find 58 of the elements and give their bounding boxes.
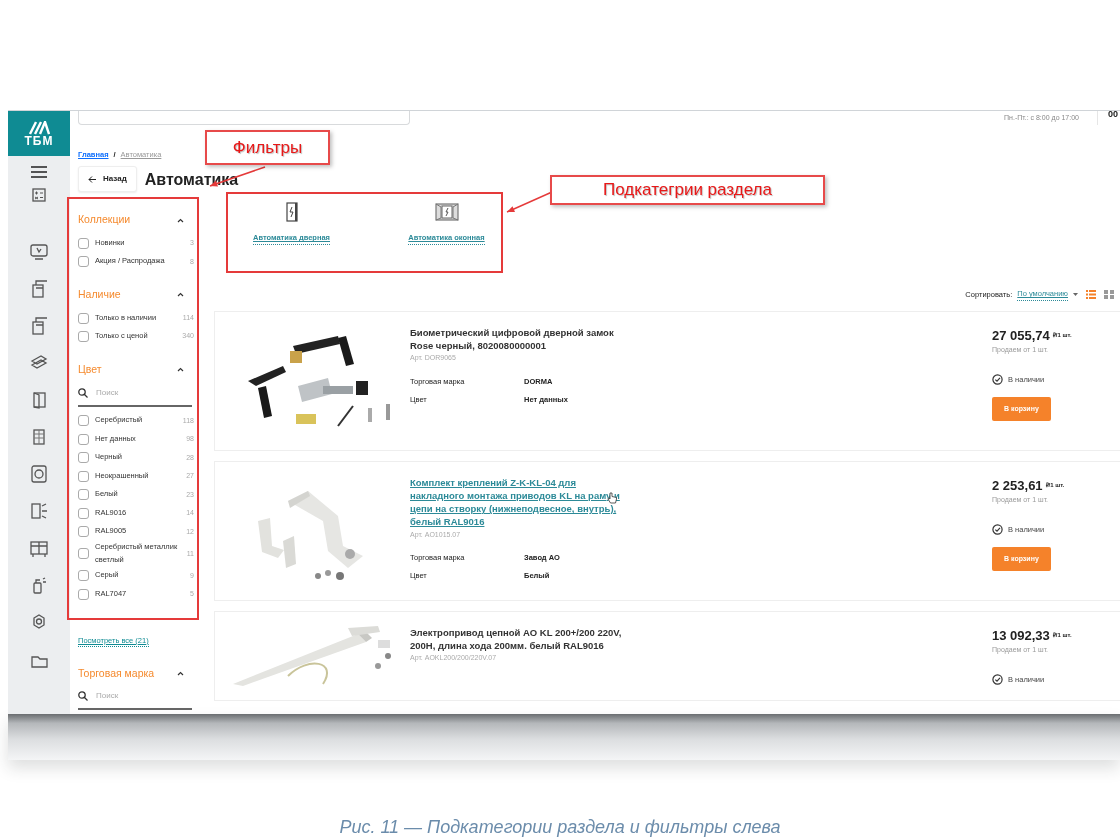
- search-field[interactable]: [78, 111, 410, 125]
- checkbox[interactable]: [78, 526, 89, 538]
- door-automation-icon: [285, 202, 298, 223]
- chevron-icon[interactable]: [177, 670, 184, 676]
- chevron-icon[interactable]: [177, 292, 184, 298]
- filter-title[interactable]: Наличие: [78, 287, 121, 303]
- price: 13 092,33 $^{₽/1 шт.}$: [992, 626, 1073, 645]
- window-frame-icon[interactable]: [29, 316, 49, 336]
- window-icon[interactable]: [29, 538, 49, 558]
- caret-icon[interactable]: [1073, 292, 1078, 296]
- arrow: [506, 191, 553, 213]
- checkbox[interactable]: [78, 452, 89, 464]
- figure-caption: Рис. 11 — Подкатегории раздела и фильтры слева: [339, 817, 781, 837]
- menu-icon[interactable]: [31, 166, 47, 178]
- chevron-icon[interactable]: [177, 217, 184, 223]
- filter-title[interactable]: Коллекции: [78, 212, 131, 228]
- arrow-left-icon: [88, 175, 97, 183]
- window-frame-icon[interactable]: [29, 279, 49, 299]
- product-name: Электропривод цепной АО KL 200+/200 220V, 200Н, длина хода 200мм. белый RAL9016: [410, 625, 622, 653]
- check-circle-icon: [992, 523, 1003, 535]
- checkbox[interactable]: [78, 470, 89, 482]
- window-automation-icon: [434, 202, 459, 223]
- checkbox[interactable]: [78, 256, 89, 268]
- checkbox[interactable]: [78, 548, 89, 560]
- phone-number: 00: [1108, 111, 1119, 121]
- logo-mark-icon: [28, 120, 50, 135]
- check-circle-icon: [992, 673, 1003, 685]
- checkbox[interactable]: [78, 588, 89, 600]
- search-icon: [78, 387, 88, 398]
- callout-label: Подкатегрии раздела: [550, 175, 825, 205]
- search-icon: [78, 691, 88, 702]
- logo-text: ТБМ: [24, 134, 54, 147]
- filter-search-field[interactable]: Поиск: [78, 687, 192, 711]
- checkbox[interactable]: [78, 489, 89, 501]
- monitor-icon[interactable]: [29, 242, 49, 262]
- checkbox[interactable]: [78, 507, 89, 519]
- checkbox[interactable]: [78, 433, 89, 445]
- price: 2 253,61 $^{₽/1 шт.}$: [992, 476, 1066, 495]
- chevron-icon[interactable]: [177, 367, 184, 373]
- list-view-icon[interactable]: [1086, 289, 1096, 299]
- filter-title[interactable]: Цвет: [78, 361, 102, 378]
- back-button[interactable]: Назад: [78, 166, 137, 193]
- washer-icon[interactable]: [29, 464, 49, 484]
- door-icon[interactable]: [29, 501, 49, 521]
- checkbox[interactable]: [78, 415, 89, 427]
- callout-label: Фильтры: [205, 130, 330, 165]
- checkbox[interactable]: [78, 237, 89, 249]
- check-circle-icon: [992, 373, 1003, 385]
- filter-search-field[interactable]: Поиск: [78, 383, 192, 407]
- grid-view-icon[interactable]: [1104, 289, 1114, 299]
- product-name: Биометрический цифровой дверной замок Rose черный, 8020080000001: [410, 325, 615, 353]
- checkbox[interactable]: [78, 570, 89, 582]
- logo[interactable]: ТБМ: [8, 111, 70, 156]
- filter-title[interactable]: Торговая марка: [78, 665, 155, 682]
- price: 27 055,74 $^{₽/1 шт.}$: [992, 326, 1073, 345]
- checkbox[interactable]: [78, 331, 89, 342]
- checkbox[interactable]: [78, 312, 89, 324]
- calculator-icon[interactable]: [32, 188, 46, 202]
